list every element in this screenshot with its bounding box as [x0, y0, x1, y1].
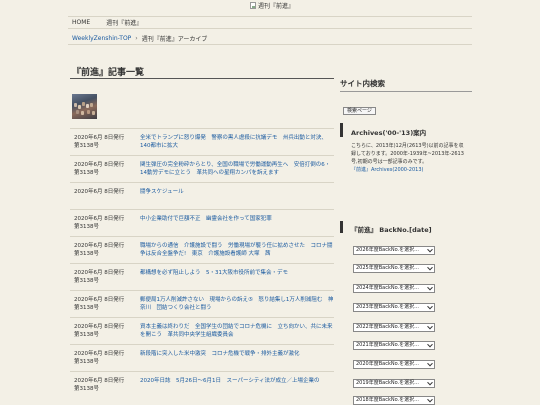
article-thumbnail-image[interactable]	[72, 94, 97, 119]
search-heading: サイト内検索	[340, 79, 385, 88]
nav-item-weekly-zenshin[interactable]: 週刊『前進』	[106, 18, 142, 27]
list-item: 2020年6月 8日発行 第3138号 資本主義は終わりだ 全国学生の団結でコロナ…	[70, 317, 334, 344]
article-title-link[interactable]: 関生弾圧の完全粉砕からとり、全国の職場で労働運動再生へ 安倍打倒の6・14動労デ…	[140, 161, 334, 177]
title-rule	[70, 78, 334, 79]
breadcrumb: WeeklyZenshin-TOP › 週刊『前進』アーカイブ	[72, 34, 207, 43]
chevron-down-icon	[427, 379, 433, 385]
page-title: 『前進』記事一覧	[72, 68, 145, 78]
breadcrumb-separator: ›	[135, 35, 138, 42]
list-item: 2020年6月 8日発行 闘争スケジュール	[70, 182, 334, 209]
article-title-link[interactable]: 職場からの通信 介護施設で闘う 労働現場が襲う任に拡めさせた コロナ闘争は反合全…	[140, 242, 334, 258]
sidebar: サイト内検索 検索ページ Archives('00-'13)案内 こちらに、20…	[340, 78, 472, 405]
backno-select-2026[interactable]: 2026年度BackNo.を選択...	[353, 246, 435, 255]
top-navigation: HOME 週刊『前進』	[68, 16, 472, 29]
article-date: 2020年6月 8日発行 第3138号	[74, 216, 125, 230]
article-title-link[interactable]: 新段階に突入した米中激突 コロナ危機で戦争・排外主義が激化	[140, 350, 334, 358]
archive-heading: Archives('00-'13)案内	[351, 129, 427, 137]
backno-select-2018[interactable]: 2018年度BackNo.を選択...	[353, 396, 435, 405]
chevron-down-icon	[427, 360, 433, 366]
article-title-link[interactable]: 郵便局1万人削減許さない 現場からの訴え⑤ 怒り結集し1万人削減阻む 神奈川 団…	[140, 296, 334, 312]
backno-select-2019[interactable]: 2019年度BackNo.を選択...	[353, 379, 435, 388]
archive-description: こちらに、2013年)12月(2613号)以前の記事を収録しております。2000…	[351, 143, 464, 173]
list-item: 2020年6月 8日発行 第3138号 2020年日誌 5月26日～6月1日 スー…	[70, 371, 334, 398]
article-date: 2020年6月 8日発行 第3138号	[74, 243, 125, 257]
list-item: 2020年6月 8日発行 第3138号 郵便局1万人削減許さない 現場からの訴え⑤…	[70, 290, 334, 317]
list-item: 2020年6月 8日発行 第3138号 都構想を必ず阻止しよう 5・31大阪市役所…	[70, 263, 334, 290]
article-date: 2020年6月 8日発行 第3138号	[74, 135, 125, 149]
article-date: 2020年6月 8日発行 第3138号	[74, 162, 125, 176]
chevron-down-icon	[427, 264, 433, 270]
archive-link[interactable]: 『前進』Archives(2000-2013)	[351, 167, 423, 173]
chevron-down-icon	[427, 284, 433, 290]
article-list: 2020年6月 8日発行 第3138号 全米でトランプに怒り爆発 警察の黒人虐殺に…	[70, 128, 334, 398]
breadcrumb-home-link[interactable]: WeeklyZenshin-TOP	[72, 35, 131, 42]
article-title-link[interactable]: 中小企業助付で巨額不正 幽霊会社を作って国家犯罪	[140, 215, 334, 223]
article-title-link[interactable]: 2020年日誌 5月26日～6月1日 スーパーシティ法が成立／上場企業の	[140, 377, 334, 385]
article-title-link[interactable]: 闘争スケジュール	[140, 188, 334, 196]
backno-select-2022[interactable]: 2022年度BackNo.を選択...	[353, 323, 435, 332]
article-date: 2020年6月 8日発行 第3138号	[74, 297, 125, 311]
chevron-down-icon	[427, 396, 433, 402]
page: 週刊『前進』 HOME 週刊『前進』 WeeklyZenshin-TOP › 週…	[0, 0, 540, 405]
article-date: 2020年6月 8日発行	[74, 189, 125, 195]
article-title-link[interactable]: 都構想を必ず阻止しよう 5・31大阪市役所前で集会・デモ	[140, 269, 334, 277]
backno-select-2025[interactable]: 2025年度BackNo.を選択...	[353, 264, 435, 273]
header-divider	[68, 44, 472, 45]
broken-image-icon	[250, 1, 256, 9]
search-page-button[interactable]: 検索ページ	[343, 107, 376, 115]
list-item: 2020年6月 8日発行 第3138号 中小企業助付で巨額不正 幽霊会社を作って国…	[70, 209, 334, 236]
article-date: 2020年6月 8日発行 第3138号	[74, 378, 125, 392]
article-date: 2020年6月 8日発行 第3138号	[74, 270, 125, 284]
chevron-down-icon	[427, 323, 433, 329]
backno-select-2023[interactable]: 2023年度BackNo.を選択...	[353, 303, 435, 312]
site-logo[interactable]: 週刊『前進』	[250, 0, 294, 10]
search-heading-rule	[340, 91, 472, 92]
logo-alt-text: 週刊『前進』	[258, 2, 295, 10]
list-item: 2020年6月 8日発行 第3138号 関生弾圧の完全粉砕からとり、全国の職場で労…	[70, 155, 334, 182]
chevron-down-icon	[427, 341, 433, 347]
backno-heading: 『前進』 BackNo.[date]	[351, 226, 432, 234]
chevron-down-icon	[427, 303, 433, 309]
article-title-link[interactable]: 資本主義は終わりだ 全国学生の団結でコロナ危機に 立ち向かい、共に未来を開こう …	[140, 323, 334, 339]
breadcrumb-current: 週刊『前進』アーカイブ	[141, 36, 208, 43]
article-title-link[interactable]: 全米でトランプに怒り爆発 警察の黒人虐殺に抗議デモ 州兵出動と対決、140都市に…	[140, 134, 334, 150]
nav-item-home[interactable]: HOME	[72, 19, 90, 26]
list-item: 2020年6月 8日発行 第3138号 新段階に突入した米中激突 コロナ危機で戦争…	[70, 344, 334, 371]
backno-select-2021[interactable]: 2021年度BackNo.を選択...	[353, 341, 435, 350]
backno-select-2024[interactable]: 2024年度BackNo.を選択...	[353, 284, 435, 293]
list-item: 2020年6月 8日発行 第3138号 全米でトランプに怒り爆発 警察の黒人虐殺に…	[70, 128, 334, 155]
article-date: 2020年6月 8日発行 第3138号	[74, 324, 125, 338]
chevron-down-icon	[427, 246, 433, 252]
backno-select-2020[interactable]: 2020年度BackNo.を選択...	[353, 360, 435, 369]
article-date: 2020年6月 8日発行 第3138号	[74, 351, 125, 365]
list-item: 2020年6月 8日発行 第3138号 職場からの通信 介護施設で闘う 労働現場が…	[70, 236, 334, 263]
